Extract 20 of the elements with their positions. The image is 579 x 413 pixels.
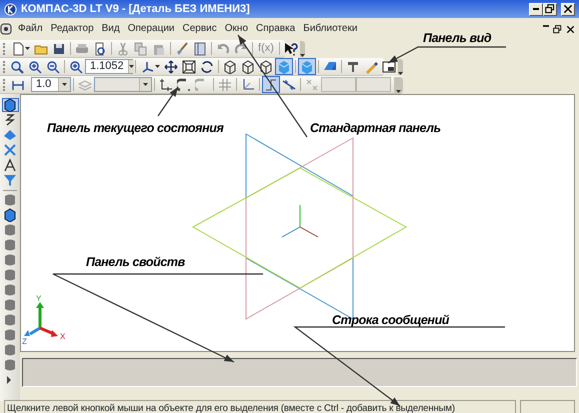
menu-item[interactable]: Вид [98,22,124,36]
axis-label: X [60,332,66,341]
menu-item[interactable]: Файл [14,22,47,36]
menu-item[interactable]: Редактор [46,22,98,36]
menu-item[interactable]: Операции [124,22,179,36]
menu-item[interactable]: Справка [252,22,300,36]
callout-label: Панель свойств [86,255,185,269]
callout-label: Стандартная панель [310,121,441,135]
axis-label: Z [22,337,27,346]
window-title: КОМПАС-3D LT V9 - [Деталь БЕЗ ИМЕНИ3] [21,2,250,17]
callout-label: Строка сообщений [332,313,450,327]
step-combo[interactable]: 1.0 [31,77,71,92]
menu-item[interactable]: Окно [220,22,252,36]
callout-label: Панель вид [423,31,492,45]
zoom-combo[interactable]: 1.1052 [85,59,133,74]
callout-label: Панель текущего состояния [47,121,224,135]
status-message: Щелкните левой кнопкой мыши на объекте для его выделения (вместе с Ctrl - добавить к выделенным) [4,400,516,413]
menu-item[interactable]: Сервис [178,22,221,36]
axis-label: Y [36,294,42,303]
menu-item[interactable]: Библиотеки [299,22,362,36]
